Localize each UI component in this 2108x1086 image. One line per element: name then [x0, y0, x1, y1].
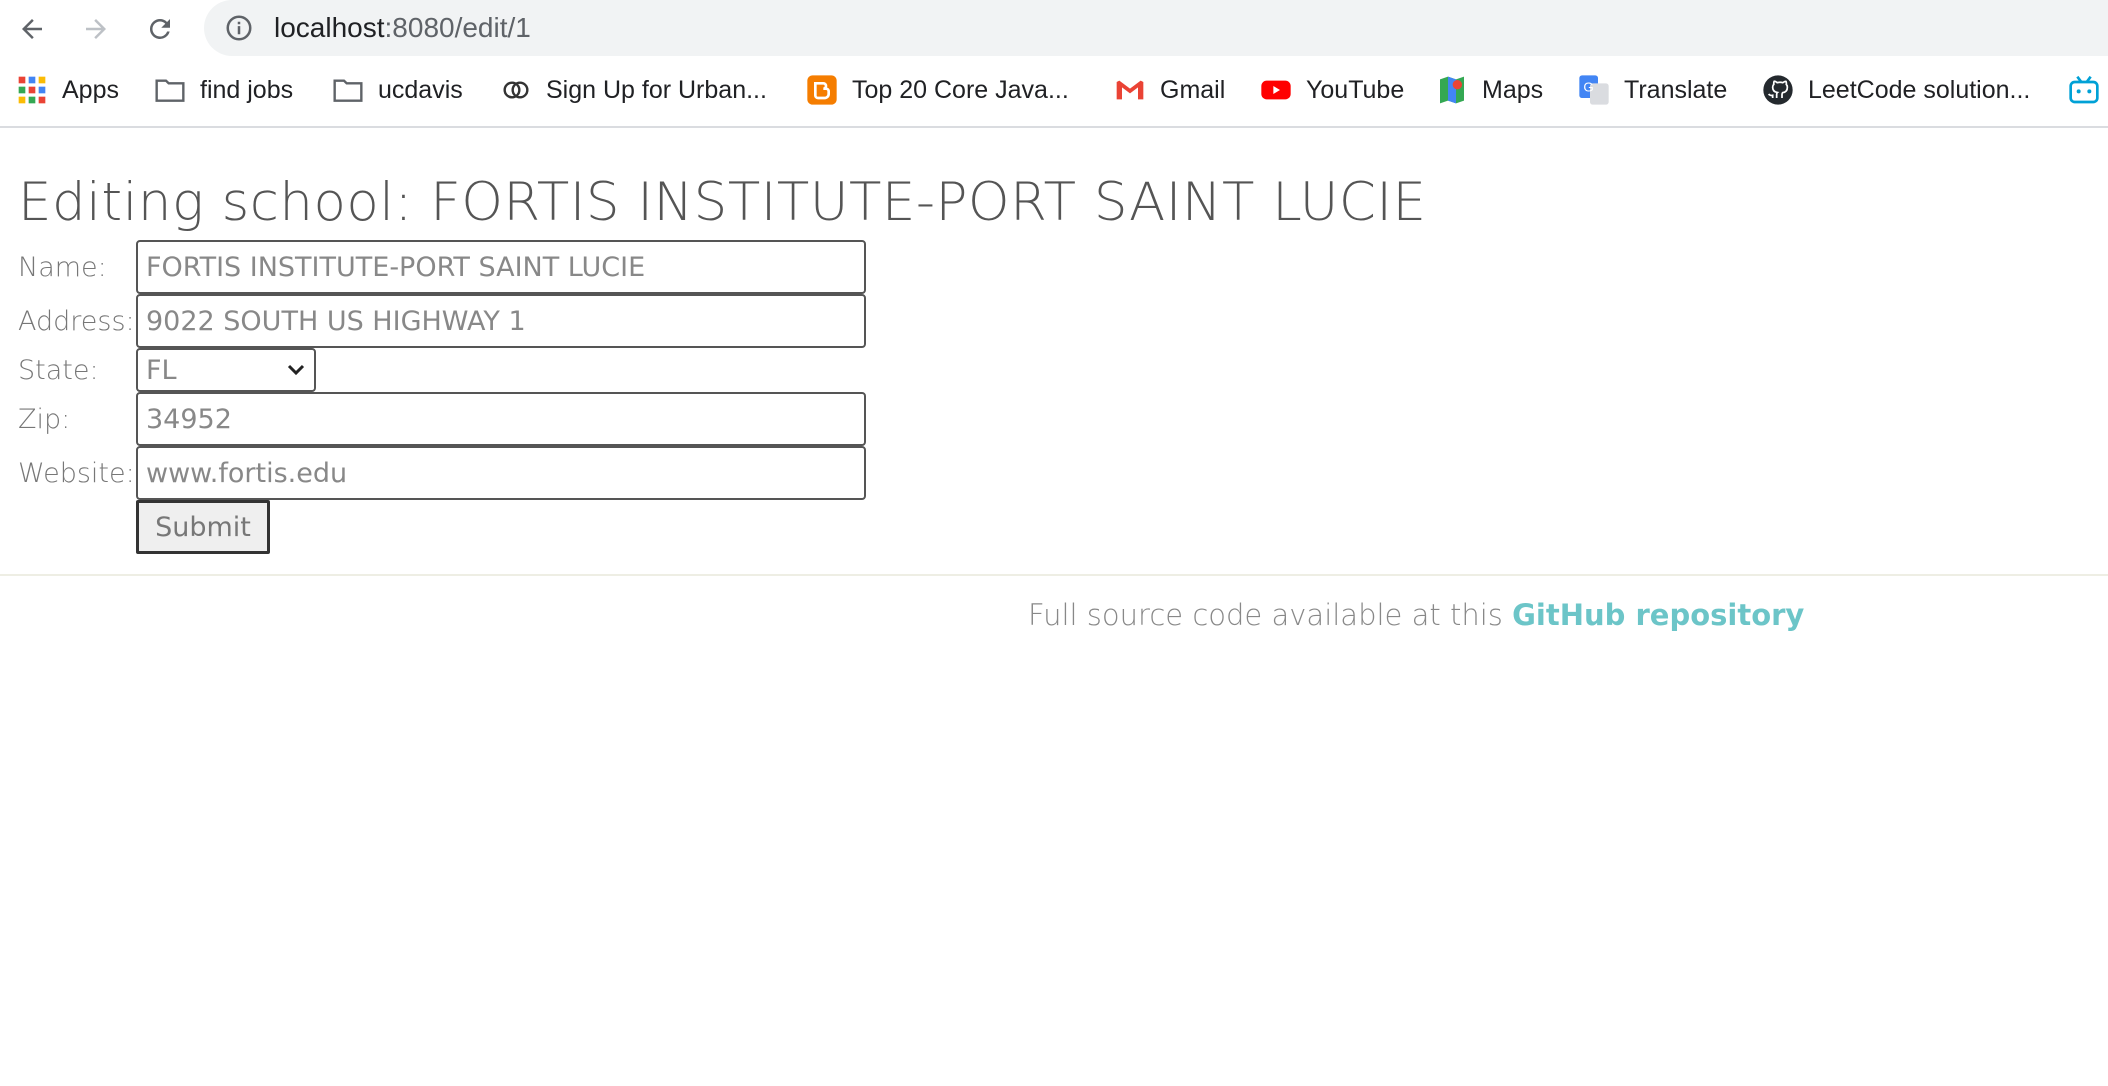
bookmark-label: Maps: [1482, 75, 1544, 104]
bookmarks-bar: Apps find jobs ucdavis Sign Up for Urban…: [0, 58, 2108, 128]
gmail-icon: [1114, 74, 1146, 106]
maps-icon: [1436, 74, 1468, 106]
name-row: Name:: [18, 240, 866, 294]
info-icon[interactable]: [224, 13, 254, 43]
submit-button[interactable]: Submit: [136, 500, 270, 554]
bookmark-label: Sign Up for Urban...: [546, 75, 767, 104]
bookmark-maps[interactable]: Maps: [1436, 72, 1543, 108]
address-row: Address:: [18, 294, 866, 348]
bookmark-top-20-java[interactable]: Top 20 Core Java...: [806, 72, 1069, 108]
bookmark-leetcode[interactable]: LeetCode solution...: [1762, 72, 2030, 108]
folder-icon: [332, 74, 364, 106]
bookmark-translate[interactable]: G Translate: [1578, 72, 1727, 108]
address-label: Address:: [18, 305, 135, 337]
chevron-down-icon: [287, 364, 305, 376]
footer-divider: [0, 574, 2108, 576]
website-input[interactable]: [136, 446, 866, 500]
state-select[interactable]: FL: [136, 348, 316, 392]
bookmark-label: Top 20 Core Java...: [852, 75, 1069, 104]
forward-button[interactable]: [76, 9, 116, 49]
name-label: Name:: [18, 251, 107, 283]
url-path: :8080/edit/1: [384, 12, 531, 43]
apps-grid-icon: [16, 74, 48, 106]
zip-row: Zip:: [18, 392, 866, 446]
bookmark-bilibili[interactable]: [2068, 72, 2100, 108]
bookmark-youtube[interactable]: YouTube: [1260, 72, 1404, 108]
bookmark-label: Apps: [62, 75, 119, 104]
rings-icon: [500, 74, 532, 106]
youtube-icon: [1260, 74, 1292, 106]
footer: Full source code available at this GitHu…: [1028, 598, 1804, 632]
blogger-icon: [806, 74, 838, 106]
bookmark-label: Translate: [1624, 75, 1728, 104]
back-arrow-icon: [22, 19, 42, 39]
bookmark-label: ucdavis: [378, 75, 463, 104]
browser-toolbar: localhost:8080/edit/1: [0, 0, 2108, 58]
address-input[interactable]: [136, 294, 866, 348]
bookmark-find-jobs[interactable]: find jobs: [154, 72, 293, 108]
back-button[interactable]: [12, 9, 52, 49]
address-bar[interactable]: localhost:8080/edit/1: [204, 0, 2108, 56]
bilibili-icon: [2068, 74, 2100, 106]
page-title: Editing school: FORTIS INSTITUTE-PORT SA…: [18, 172, 1427, 233]
bookmark-label: Gmail: [1160, 75, 1226, 104]
url-text: localhost:8080/edit/1: [274, 12, 531, 44]
translate-icon: G: [1578, 74, 1610, 106]
github-repository-link[interactable]: GitHub repository: [1512, 598, 1804, 632]
bookmark-label: find jobs: [200, 75, 294, 104]
bookmark-label: LeetCode solution...: [1808, 75, 2031, 104]
url-host: localhost: [274, 12, 385, 43]
bookmark-sign-up-urban[interactable]: Sign Up for Urban...: [500, 72, 767, 108]
zip-input[interactable]: [136, 392, 866, 446]
bookmark-label: YouTube: [1306, 75, 1405, 104]
zip-label: Zip:: [18, 403, 71, 435]
reload-icon: [149, 18, 170, 39]
bookmark-ucdavis[interactable]: ucdavis: [332, 72, 463, 108]
bookmark-apps[interactable]: Apps: [16, 72, 119, 108]
state-label: State:: [18, 354, 99, 386]
svg-text:G: G: [1583, 79, 1593, 94]
github-icon: [1762, 74, 1794, 106]
website-row: Website:: [18, 446, 866, 500]
state-selected-value: FL: [146, 354, 177, 386]
forward-arrow-icon: [86, 19, 106, 39]
name-input[interactable]: [136, 240, 866, 294]
state-row: State: FL: [18, 348, 316, 392]
footer-text: Full source code available at this: [1028, 598, 1513, 632]
reload-button[interactable]: [140, 9, 180, 49]
bookmark-gmail[interactable]: Gmail: [1114, 72, 1225, 108]
folder-icon: [154, 74, 186, 106]
website-label: Website:: [18, 457, 135, 489]
